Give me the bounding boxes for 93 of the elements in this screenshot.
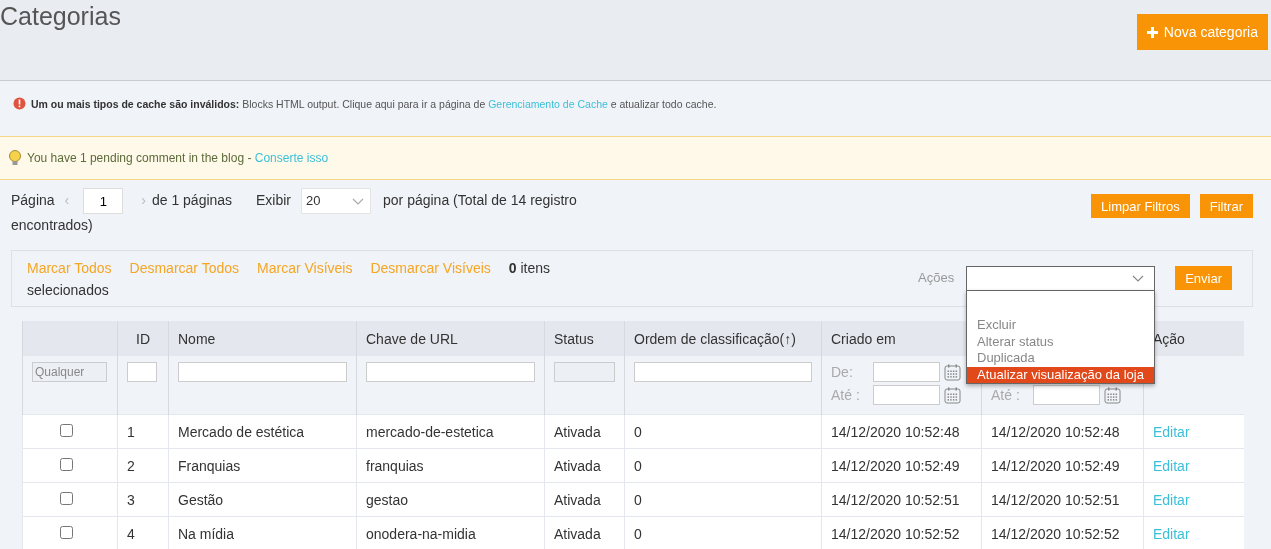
menu-option[interactable]: Alterar status	[967, 333, 1154, 350]
table-cell: Na mídia	[178, 525, 235, 542]
table-cell: 0	[634, 525, 642, 542]
date-field[interactable]	[873, 362, 940, 382]
date-label: De:	[831, 364, 854, 380]
page-title: Categorias	[0, 2, 121, 31]
table-cell: 14/12/2020 10:52:52	[831, 525, 960, 542]
column-header: Nome	[178, 330, 216, 347]
table-cell: Ativada	[554, 457, 601, 474]
page-count-text: de 1 páginas	[151, 191, 233, 208]
caret-icon	[352, 197, 365, 205]
edit-link[interactable]: Editar	[1153, 423, 1190, 440]
actions-select[interactable]	[966, 266, 1156, 291]
edit-link[interactable]: Editar	[1153, 491, 1190, 508]
table-cell: 2	[127, 457, 135, 474]
table-cell: Ativada	[554, 423, 601, 440]
table-cell: 14/12/2020 10:52:49	[831, 457, 960, 474]
records-summary-end: encontrados)	[11, 217, 93, 233]
per-page-select[interactable]: 20	[301, 188, 372, 214]
column-header: Ordem de classificação(↑)	[634, 330, 796, 347]
table-cell: 0	[634, 423, 642, 440]
actions-label: Ações	[918, 269, 955, 287]
previous-page-button[interactable]: ‹	[64, 191, 70, 208]
fix-link[interactable]: Conserte isso	[254, 151, 329, 165]
table-cell: 1	[127, 423, 135, 440]
clear-filters-button[interactable]: Limpar Filtros	[1091, 194, 1190, 218]
table-cell: 0	[634, 457, 642, 474]
row-checkbox[interactable]	[60, 457, 73, 471]
selected-count: 0 itens	[508, 260, 551, 276]
table-cell: 0	[634, 491, 642, 508]
page-label: Página	[11, 191, 55, 208]
any-filter-field[interactable]: Qualquer	[32, 362, 107, 382]
table-cell: Franquias	[178, 457, 241, 474]
edit-link[interactable]: Editar	[1153, 525, 1190, 542]
show-label: Exibir	[256, 191, 292, 208]
calendar-icon[interactable]	[1104, 386, 1121, 404]
table-cell: Ativada	[554, 525, 601, 542]
menu-option[interactable]: Duplicada	[967, 350, 1154, 367]
caret-icon	[1132, 275, 1145, 282]
edit-link[interactable]: Editar	[1153, 457, 1190, 474]
filter-field[interactable]	[127, 362, 157, 382]
next-page-button[interactable]: ›	[141, 191, 146, 208]
lightbulb-icon	[8, 150, 22, 166]
menu-option[interactable]: Atualizar visualização da loja	[967, 366, 1154, 383]
selection-link[interactable]: Desmarcar Todos	[129, 260, 239, 276]
submit-button[interactable]: Enviar	[1175, 266, 1232, 290]
filter-button[interactable]: Filtrar	[1199, 194, 1253, 218]
filter-field[interactable]	[366, 362, 535, 382]
error-icon	[13, 97, 26, 110]
column-header: ID	[136, 330, 150, 347]
filter-field[interactable]	[178, 362, 347, 382]
cache-management-link[interactable]: Gerenciamento de Cache	[488, 97, 608, 110]
menu-option[interactable]: Excluir	[967, 317, 1154, 334]
selection-link[interactable]: Desmarcar Visíveis	[370, 260, 491, 276]
table-cell: gestao	[366, 491, 409, 508]
cache-notice-text: Um ou mais tipos de cache são inválidos: Blocks HTML output. Clique aqui para ir a página de Gerenciamento de Cache e atualizar todo cache.	[31, 97, 717, 110]
table-cell: 14/12/2020 10:52:51	[831, 491, 960, 508]
table-cell: Gestão	[178, 491, 224, 508]
table-cell: 3	[127, 491, 135, 508]
date-label: Até :	[991, 387, 1021, 403]
table-cell: Ativada	[554, 491, 601, 508]
table-cell: franquias	[366, 457, 424, 474]
date-field[interactable]	[873, 385, 940, 405]
plus-icon	[1146, 26, 1158, 38]
calendar-icon[interactable]	[944, 386, 961, 404]
table-cell: 14/12/2020 10:52:52	[991, 525, 1120, 542]
date-field[interactable]	[1033, 385, 1100, 405]
row-checkbox[interactable]	[60, 423, 73, 437]
status-filter-field[interactable]	[554, 362, 615, 382]
selected-count-end: selecionados	[27, 282, 109, 298]
table-cell: 14/12/2020 10:52:49	[991, 457, 1120, 474]
date-label: Até :	[831, 387, 861, 403]
records-summary: por página (Total de 14 registro	[383, 191, 577, 208]
table-cell: 14/12/2020 10:52:48	[991, 423, 1120, 440]
selection-link[interactable]: Marcar Visíveis	[257, 260, 353, 276]
column-header: Ação	[1153, 330, 1185, 347]
page-field[interactable]: 1	[83, 188, 124, 214]
table-cell: 14/12/2020 10:52:51	[991, 491, 1120, 508]
column-header: Status	[554, 330, 594, 347]
table-cell: 4	[127, 525, 135, 542]
row-checkbox[interactable]	[60, 491, 73, 505]
column-header: Criado em	[831, 330, 896, 347]
new-category-button[interactable]: Nova categoria	[1136, 14, 1268, 50]
selection-link[interactable]: Marcar Todos	[27, 260, 112, 276]
table-cell: mercado-de-estetica	[366, 423, 494, 440]
table-cell: 14/12/2020 10:52:48	[831, 423, 960, 440]
calendar-icon[interactable]	[944, 363, 961, 381]
filter-field[interactable]	[634, 362, 812, 382]
table-cell: Mercado de estética	[178, 423, 305, 440]
table-cell: onodera-na-midia	[366, 525, 476, 542]
column-header: Chave de URL	[366, 330, 458, 347]
blog-notice-text: You have 1 pending comment in the blog - Conserte isso	[27, 151, 329, 165]
row-checkbox[interactable]	[60, 525, 73, 539]
